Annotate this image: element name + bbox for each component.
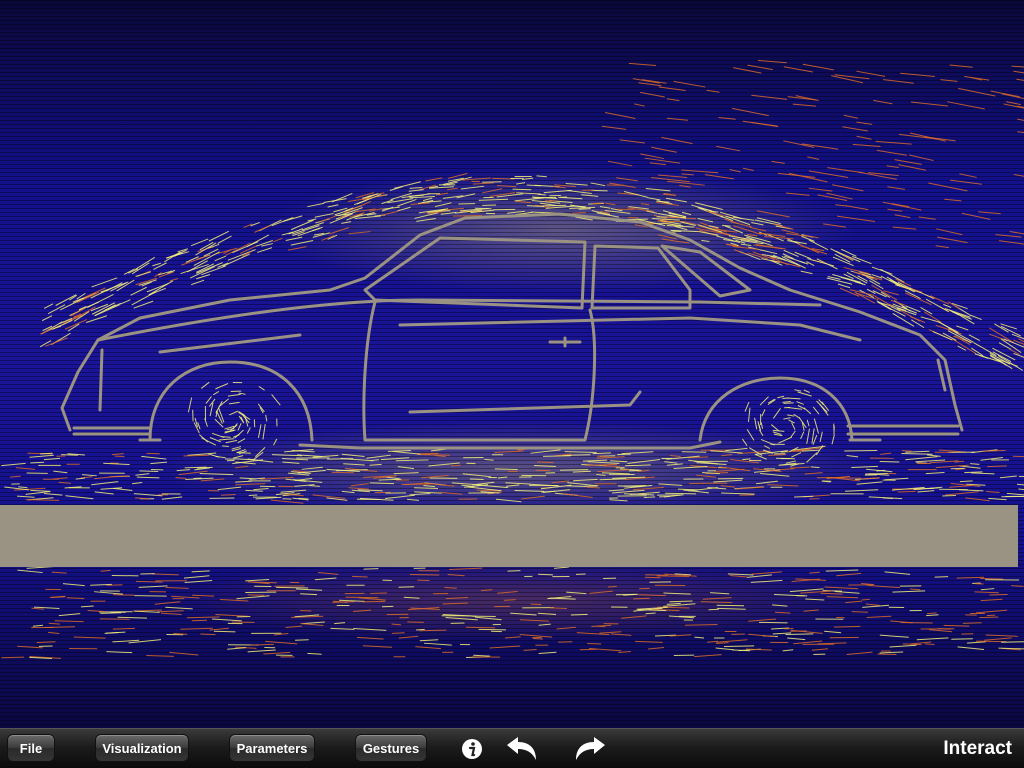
visualization-button[interactable]: Visualization (95, 734, 189, 762)
file-button[interactable]: File (7, 734, 55, 762)
bottom-toolbar: File Visualization Parameters Gestures I… (0, 728, 1024, 768)
undo-arrow-icon[interactable] (505, 735, 539, 763)
gestures-button-label: Gestures (362, 740, 420, 756)
mode-label[interactable]: Interact (943, 738, 1012, 760)
redo-arrow-icon[interactable] (573, 735, 607, 763)
visualization-button-label: Visualization (102, 740, 182, 756)
parameters-button[interactable]: Parameters (229, 734, 315, 762)
parameters-button-label: Parameters (236, 740, 308, 756)
car-outline (60, 212, 964, 450)
gestures-button[interactable]: Gestures (355, 734, 427, 762)
info-icon[interactable] (460, 735, 484, 763)
file-button-label: File (19, 740, 43, 756)
flow-simulation-canvas[interactable] (0, 0, 1024, 728)
